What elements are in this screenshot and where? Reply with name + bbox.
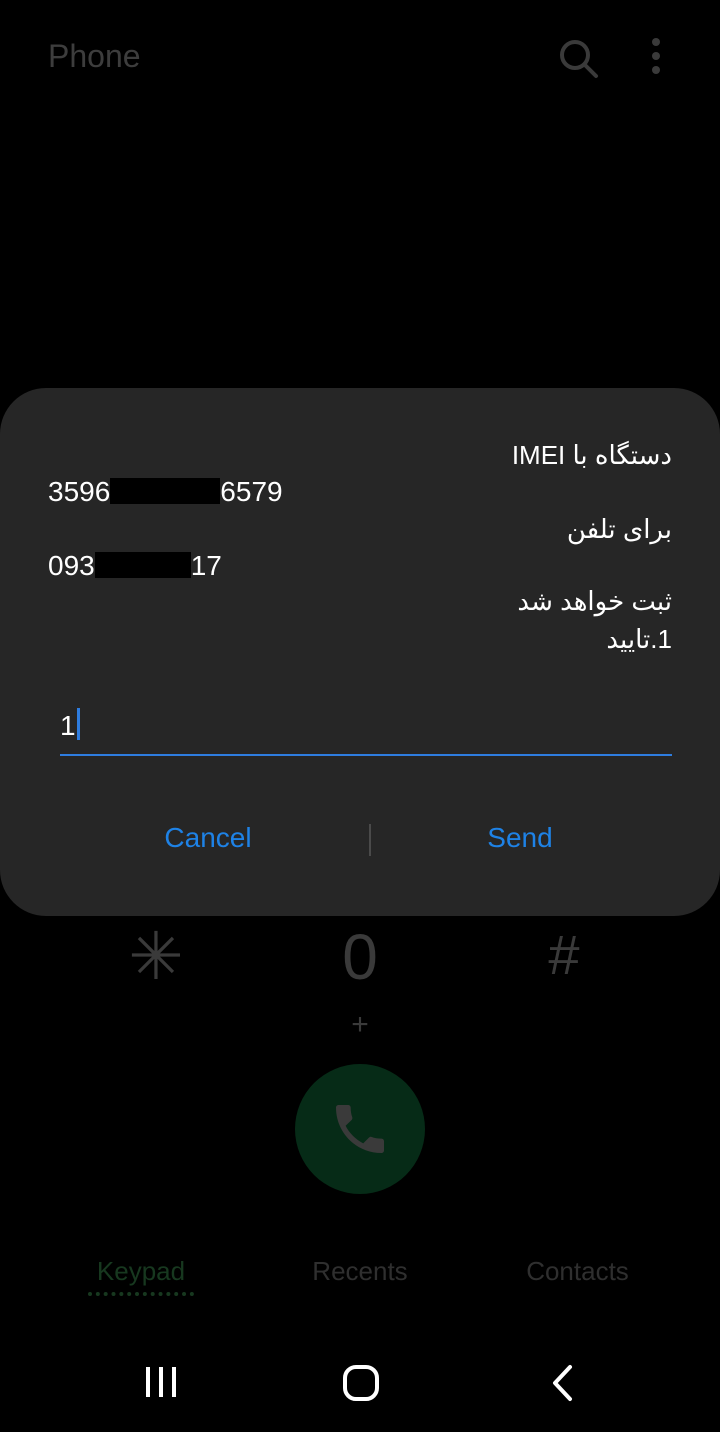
ussd-dialog: دستگاه با IMEI 3596 6579 برای تلفن 093 17 … <box>0 388 720 916</box>
text-caret <box>76 708 80 740</box>
message-line-phone: برای تلفن <box>566 514 672 544</box>
key-plus-label: + <box>351 1008 369 1041</box>
send-button[interactable]: Send <box>370 808 670 868</box>
phone-start: 093 <box>48 550 95 581</box>
home-icon[interactable] <box>342 1364 380 1407</box>
key-hash[interactable]: # <box>536 922 592 987</box>
phone-end: 17 <box>190 550 222 581</box>
more-options-icon[interactable] <box>640 36 672 80</box>
tab-recents[interactable]: Recents <box>300 1256 420 1287</box>
phone-icon <box>336 1105 384 1153</box>
redaction-bar <box>110 478 221 504</box>
search-icon[interactable] <box>556 36 600 80</box>
phone-number: 093 17 <box>48 550 222 582</box>
tab-keypad-indicator <box>88 1292 194 1296</box>
imei-start: 3596 <box>48 476 111 507</box>
tab-keypad[interactable]: Keypad <box>88 1256 194 1287</box>
imei-number: 3596 6579 <box>48 476 283 508</box>
tab-contacts[interactable]: Contacts <box>515 1256 640 1287</box>
message-line-imei: دستگاه با IMEI <box>511 440 672 470</box>
reply-input-text: 1 <box>60 708 80 742</box>
back-icon[interactable] <box>548 1364 578 1407</box>
message-line-confirm: 1.تایید <box>606 624 672 654</box>
call-button[interactable] <box>295 1064 425 1194</box>
recent-apps-icon[interactable] <box>143 1364 179 1405</box>
reply-input[interactable]: 1 <box>60 700 672 756</box>
message-line-register: ثبت خواهد شد <box>517 586 672 616</box>
key-zero[interactable]: 0 <box>330 920 390 994</box>
imei-end: 6579 <box>220 476 283 507</box>
redaction-bar <box>94 552 191 578</box>
key-star[interactable]: ✳ <box>128 918 184 995</box>
cancel-button[interactable]: Cancel <box>58 808 358 868</box>
app-title: Phone <box>48 38 141 74</box>
